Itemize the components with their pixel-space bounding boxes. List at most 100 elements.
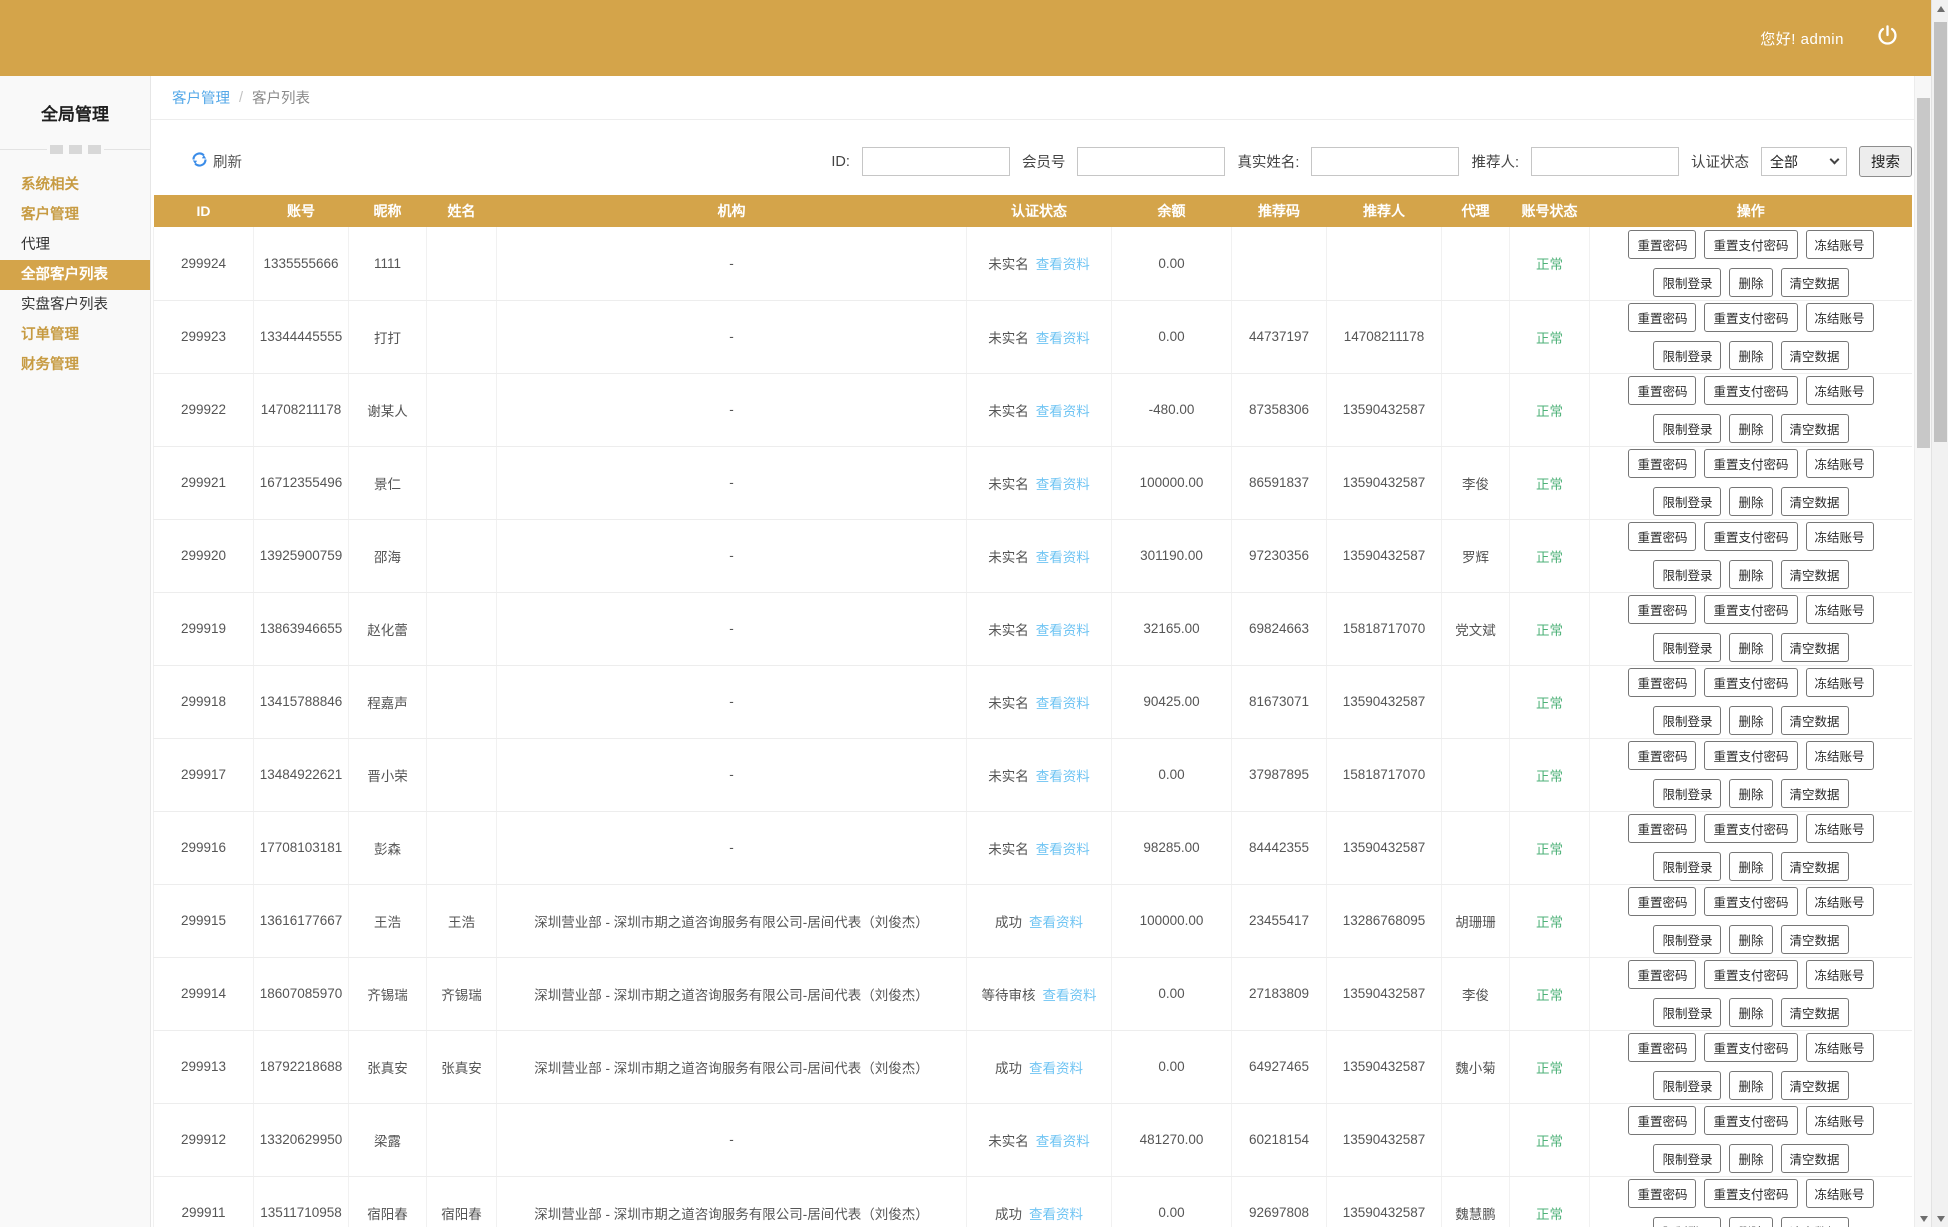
scroll-down-icon[interactable] (1932, 1210, 1948, 1227)
reset-pay-password-button[interactable]: 重置支付密码 (1704, 1179, 1797, 1208)
restrict-login-button[interactable]: 限制登录 (1653, 1071, 1721, 1100)
delete-button[interactable]: 删除 (1729, 1144, 1772, 1173)
reset-pay-password-button[interactable]: 重置支付密码 (1704, 1106, 1797, 1135)
restrict-login-button[interactable]: 限制登录 (1653, 487, 1721, 516)
reset-password-button[interactable]: 重置密码 (1628, 1033, 1696, 1062)
reset-pay-password-button[interactable]: 重置支付密码 (1704, 1033, 1797, 1062)
reset-pay-password-button[interactable]: 重置支付密码 (1704, 668, 1797, 697)
delete-button[interactable]: 删除 (1729, 998, 1772, 1027)
reset-pay-password-button[interactable]: 重置支付密码 (1704, 595, 1797, 624)
freeze-account-button[interactable]: 冻结账号 (1806, 303, 1874, 332)
restrict-login-button[interactable]: 限制登录 (1653, 925, 1721, 954)
reset-password-button[interactable]: 重置密码 (1628, 449, 1696, 478)
view-profile-link[interactable]: 查看资料 (1043, 988, 1097, 1003)
reset-pay-password-button[interactable]: 重置支付密码 (1704, 376, 1797, 405)
delete-button[interactable]: 删除 (1729, 852, 1772, 881)
scroll-down-icon[interactable] (1915, 1210, 1932, 1227)
reset-pay-password-button[interactable]: 重置支付密码 (1704, 741, 1797, 770)
sidebar-item-agent[interactable]: 代理 (0, 230, 150, 260)
reset-pay-password-button[interactable]: 重置支付密码 (1704, 522, 1797, 551)
restrict-login-button[interactable]: 限制登录 (1653, 268, 1721, 297)
freeze-account-button[interactable]: 冻结账号 (1806, 741, 1874, 770)
clear-data-button[interactable]: 清空数据 (1781, 487, 1849, 516)
view-profile-link[interactable]: 查看资料 (1036, 257, 1090, 272)
freeze-account-button[interactable]: 冻结账号 (1806, 960, 1874, 989)
reset-password-button[interactable]: 重置密码 (1628, 741, 1696, 770)
reset-pay-password-button[interactable]: 重置支付密码 (1704, 960, 1797, 989)
view-profile-link[interactable]: 查看资料 (1036, 1134, 1090, 1149)
freeze-account-button[interactable]: 冻结账号 (1806, 1179, 1874, 1208)
clear-data-button[interactable]: 清空数据 (1781, 925, 1849, 954)
filter-member-input[interactable] (1077, 147, 1225, 176)
view-profile-link[interactable]: 查看资料 (1036, 550, 1090, 565)
freeze-account-button[interactable]: 冻结账号 (1806, 887, 1874, 916)
sidebar-item-system[interactable]: 系统相关 (0, 170, 150, 200)
view-profile-link[interactable]: 查看资料 (1036, 623, 1090, 638)
view-profile-link[interactable]: 查看资料 (1036, 477, 1090, 492)
freeze-account-button[interactable]: 冻结账号 (1806, 1106, 1874, 1135)
clear-data-button[interactable]: 清空数据 (1781, 1217, 1849, 1227)
restrict-login-button[interactable]: 限制登录 (1653, 1144, 1721, 1173)
reset-password-button[interactable]: 重置密码 (1628, 887, 1696, 916)
clear-data-button[interactable]: 清空数据 (1781, 852, 1849, 881)
sidebar-item-customer-mgmt[interactable]: 客户管理 (0, 200, 150, 230)
delete-button[interactable]: 删除 (1729, 1217, 1772, 1227)
delete-button[interactable]: 删除 (1729, 414, 1772, 443)
reset-password-button[interactable]: 重置密码 (1628, 522, 1696, 551)
freeze-account-button[interactable]: 冻结账号 (1806, 449, 1874, 478)
view-profile-link[interactable]: 查看资料 (1036, 404, 1090, 419)
delete-button[interactable]: 删除 (1729, 268, 1772, 297)
freeze-account-button[interactable]: 冻结账号 (1806, 595, 1874, 624)
refresh-button[interactable]: 刷新 (191, 151, 242, 172)
clear-data-button[interactable]: 清空数据 (1781, 779, 1849, 808)
view-profile-link[interactable]: 查看资料 (1036, 769, 1090, 784)
sidebar-item-real-customers[interactable]: 实盘客户列表 (0, 290, 150, 320)
reset-pay-password-button[interactable]: 重置支付密码 (1704, 230, 1797, 259)
delete-button[interactable]: 删除 (1729, 779, 1772, 808)
filter-id-input[interactable] (862, 147, 1010, 176)
reset-password-button[interactable]: 重置密码 (1628, 960, 1696, 989)
clear-data-button[interactable]: 清空数据 (1781, 998, 1849, 1027)
restrict-login-button[interactable]: 限制登录 (1653, 633, 1721, 662)
reset-pay-password-button[interactable]: 重置支付密码 (1704, 814, 1797, 843)
restrict-login-button[interactable]: 限制登录 (1653, 1217, 1721, 1227)
clear-data-button[interactable]: 清空数据 (1781, 1071, 1849, 1100)
restrict-login-button[interactable]: 限制登录 (1653, 998, 1721, 1027)
reset-pay-password-button[interactable]: 重置支付密码 (1704, 449, 1797, 478)
restrict-login-button[interactable]: 限制登录 (1653, 779, 1721, 808)
reset-password-button[interactable]: 重置密码 (1628, 595, 1696, 624)
sidebar-item-all-customers[interactable]: 全部客户列表 (0, 260, 150, 290)
view-profile-link[interactable]: 查看资料 (1036, 696, 1090, 711)
sidebar-item-finance-mgmt[interactable]: 财务管理 (0, 350, 150, 380)
restrict-login-button[interactable]: 限制登录 (1653, 414, 1721, 443)
restrict-login-button[interactable]: 限制登录 (1653, 706, 1721, 735)
reset-password-button[interactable]: 重置密码 (1628, 303, 1696, 332)
view-profile-link[interactable]: 查看资料 (1029, 915, 1083, 930)
page-scrollbar-thumb[interactable] (1934, 22, 1947, 442)
reset-password-button[interactable]: 重置密码 (1628, 376, 1696, 405)
clear-data-button[interactable]: 清空数据 (1781, 268, 1849, 297)
clear-data-button[interactable]: 清空数据 (1781, 560, 1849, 589)
clear-data-button[interactable]: 清空数据 (1781, 1144, 1849, 1173)
freeze-account-button[interactable]: 冻结账号 (1806, 522, 1874, 551)
view-profile-link[interactable]: 查看资料 (1029, 1061, 1083, 1076)
delete-button[interactable]: 删除 (1729, 925, 1772, 954)
delete-button[interactable]: 删除 (1729, 487, 1772, 516)
view-profile-link[interactable]: 查看资料 (1036, 842, 1090, 857)
search-button[interactable]: 搜索 (1859, 146, 1912, 177)
clear-data-button[interactable]: 清空数据 (1781, 706, 1849, 735)
page-scrollbar[interactable] (1931, 0, 1948, 1227)
scroll-up-icon[interactable] (1932, 0, 1948, 17)
delete-button[interactable]: 删除 (1729, 706, 1772, 735)
reset-pay-password-button[interactable]: 重置支付密码 (1704, 887, 1797, 916)
delete-button[interactable]: 删除 (1729, 1071, 1772, 1100)
freeze-account-button[interactable]: 冻结账号 (1806, 376, 1874, 405)
logout-button[interactable] (1874, 25, 1900, 51)
view-profile-link[interactable]: 查看资料 (1029, 1207, 1083, 1222)
restrict-login-button[interactable]: 限制登录 (1653, 560, 1721, 589)
breadcrumb-parent-link[interactable]: 客户管理 (172, 87, 230, 108)
reset-password-button[interactable]: 重置密码 (1628, 668, 1696, 697)
freeze-account-button[interactable]: 冻结账号 (1806, 814, 1874, 843)
delete-button[interactable]: 删除 (1729, 633, 1772, 662)
view-profile-link[interactable]: 查看资料 (1036, 331, 1090, 346)
